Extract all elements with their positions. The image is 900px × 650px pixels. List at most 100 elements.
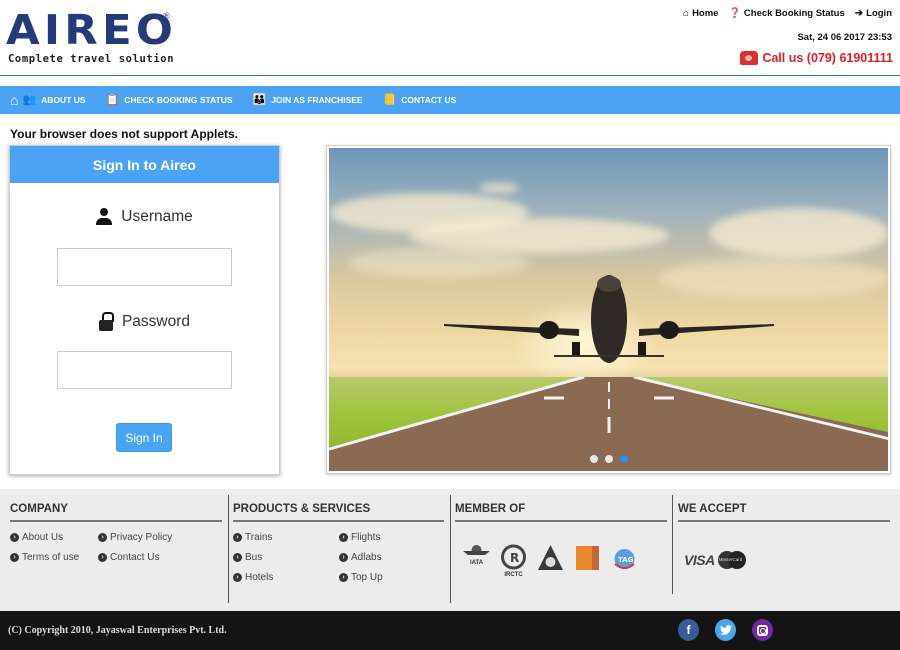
question-circle-icon: ❓ <box>728 8 741 19</box>
current-datetime: Sat, 24 06 2017 23:53 <box>797 32 892 43</box>
nav-label: ABOUT US <box>41 95 86 105</box>
telephone-icon <box>740 51 759 65</box>
nav-about-us[interactable]: 👥 ABOUT US <box>22 93 86 106</box>
footer-accept-title: WE ACCEPT <box>678 495 890 522</box>
arrow-circle-right-icon: › <box>339 573 348 582</box>
call-us-label: Call us (079) 61901111 <box>762 51 893 65</box>
footer-link-label: Flights <box>351 532 381 543</box>
nav-label: CONTACT US <box>401 95 457 105</box>
signin-title: Sign In to Aireo <box>10 146 279 183</box>
footer-link-label: About Us <box>22 532 64 543</box>
footer-link-adlabs[interactable]: › Adlabs <box>339 552 382 563</box>
instagram-icon[interactable] <box>752 619 773 641</box>
footer-link-flights[interactable]: › Flights <box>339 532 380 543</box>
irctc-logo: R IRCTC <box>500 544 527 580</box>
airplane <box>444 275 774 363</box>
username-input[interactable] <box>57 248 232 286</box>
footer-link-label: Bus <box>245 552 263 563</box>
group-icon: 👪 <box>252 93 267 106</box>
footer-link-terms[interactable]: › Terms of use <box>10 552 79 563</box>
applet-message: Your browser does not support Applets. <box>10 127 239 141</box>
top-link-check-booking[interactable]: ❓ Check Booking Status <box>728 8 844 19</box>
nav-join-franchisee[interactable]: 👪 JOIN AS FRANCHISEE <box>252 93 363 106</box>
top-link-home[interactable]: ⌂ Home <box>683 8 718 19</box>
password-label: Password <box>121 312 191 330</box>
arrow-circle-right-icon: › <box>233 533 242 542</box>
mastercard-logo: MasterCard <box>717 551 746 569</box>
call-us: Call us (079) 61901111 <box>740 51 893 65</box>
footer-link-contact-us[interactable]: › Contact Us <box>98 552 159 563</box>
footer-link-label: Terms of use <box>22 552 80 563</box>
footer-products: PRODUCTS & SERVICES › Trains › Flights › Bu… <box>228 495 444 603</box>
tag-logo: TAG <box>611 544 638 580</box>
username-label-row: Username <box>10 208 279 226</box>
carousel-dot-3[interactable] <box>619 455 628 463</box>
facebook-icon[interactable]: f <box>678 619 699 641</box>
lock-icon <box>98 312 114 331</box>
top-link-login[interactable]: ➔ Login <box>855 8 892 19</box>
gujarat-tourism-logo <box>574 544 601 580</box>
arrow-circle-right-icon: › <box>339 553 348 562</box>
footer-products-title: PRODUCTS & SERVICES <box>233 495 444 522</box>
sign-in-icon: ➔ <box>854 8 864 19</box>
logo-tagline: Complete travel solution <box>8 53 175 65</box>
arrow-circle-right-icon: › <box>233 573 242 582</box>
footer-link-trains[interactable]: › Trains <box>233 532 272 543</box>
registered-mark: ® <box>163 11 170 21</box>
footer-member-of: MEMBER OF IATA R IRCTC TAG <box>450 495 667 603</box>
footer-link-label: Trains <box>245 532 273 543</box>
arrow-circle-right-icon: › <box>10 533 19 542</box>
signin-button[interactable]: Sign In <box>116 423 172 452</box>
footer-link-top-up[interactable]: › Top Up <box>339 572 383 583</box>
carousel-slide-airplane <box>329 148 888 471</box>
nav-home[interactable]: ⌂ <box>10 93 18 107</box>
footer-member-title: MEMBER OF <box>455 495 667 522</box>
carousel-dot-2[interactable] <box>604 455 613 463</box>
logo-text: AIREO <box>6 6 178 54</box>
twitter-icon[interactable] <box>715 619 736 641</box>
footer-link-bus[interactable]: › Bus <box>233 552 262 563</box>
footer-company: COMPANY › About Us › Privacy Policy › Terms… <box>10 495 222 603</box>
image-carousel <box>326 145 891 474</box>
footer-link-hotels[interactable]: › Hotels <box>233 572 273 583</box>
copyright: (C) Copyright 2010, Jayaswal Enterprises… <box>8 625 227 636</box>
bottom-bar: (C) Copyright 2010, Jayaswal Enterprises… <box>0 611 900 650</box>
arrow-circle-right-icon: › <box>98 553 107 562</box>
footer: COMPANY › About Us › Privacy Policy › Terms… <box>0 489 900 611</box>
nav-contact-us[interactable]: 📒 CONTACT US <box>382 93 457 106</box>
logo[interactable]: AIREO ® Complete travel solution <box>6 8 174 65</box>
svg-text:R: R <box>510 551 519 565</box>
footer-link-about-us[interactable]: › About Us <box>10 532 63 543</box>
carousel-dot-1[interactable] <box>589 455 598 463</box>
arrow-circle-right-icon: › <box>339 533 348 542</box>
footer-company-title: COMPANY <box>10 495 222 522</box>
page: AIREO ® Complete travel solution ⌂ Home … <box>0 0 900 650</box>
username-label: Username <box>121 208 193 225</box>
iata-logo: IATA <box>463 544 490 580</box>
password-input[interactable] <box>57 351 232 389</box>
user-icon <box>96 208 113 226</box>
visa-logo: VISA <box>684 552 715 568</box>
arrow-circle-right-icon: › <box>233 553 242 562</box>
footer-link-label: Adlabs <box>351 552 382 563</box>
main-nav: ⌂ 👥 ABOUT US 📋 CHECK BOOKING STATUS 👪 JO… <box>0 86 900 114</box>
carousel-indicators <box>329 455 888 463</box>
footer-link-label: Top Up <box>351 572 383 583</box>
nav-label: CHECK BOOKING STATUS <box>124 95 233 105</box>
people-icon: 👥 <box>22 93 37 106</box>
footer-link-label: Contact Us <box>110 552 160 563</box>
signin-card: Sign In to Aireo Username Password Sign … <box>9 145 280 475</box>
top-link-label: Check Booking Status <box>743 8 845 19</box>
clipboard-icon: 📋 <box>105 93 120 106</box>
footer-we-accept: WE ACCEPT VISA MasterCard <box>672 495 890 594</box>
taai-logo <box>537 544 564 580</box>
top-link-label: Home <box>692 8 719 19</box>
password-label-row: Password <box>10 312 279 331</box>
top-link-label: Login <box>866 8 892 19</box>
footer-link-label: Hotels <box>245 572 274 583</box>
nav-label: JOIN AS FRANCHISEE <box>271 95 363 105</box>
nav-check-booking-status[interactable]: 📋 CHECK BOOKING STATUS <box>105 93 233 106</box>
footer-link-privacy-policy[interactable]: › Privacy Policy <box>98 532 172 543</box>
contact-book-icon: 📒 <box>382 93 397 106</box>
top-links: ⌂ Home ❓ Check Booking Status ➔ Login <box>683 8 892 19</box>
